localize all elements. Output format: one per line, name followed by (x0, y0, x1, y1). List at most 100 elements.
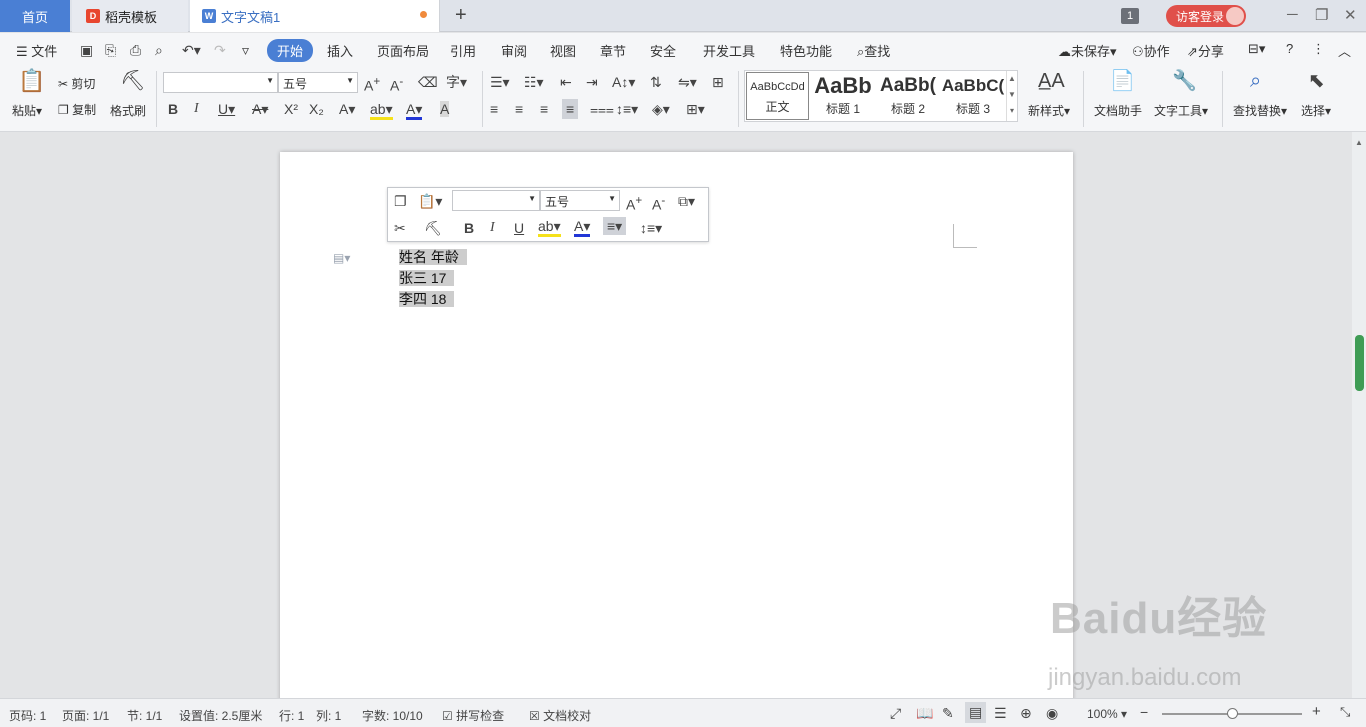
style-heading-3[interactable]: AaBbC( 标题 3 (941, 72, 1005, 117)
copy-icon[interactable]: ❐ (394, 193, 407, 209)
new-style-button[interactable]: 新样式▾ (1028, 102, 1070, 119)
shading-icon[interactable]: ◈▾ (652, 101, 670, 117)
print-icon[interactable]: ⎙ (130, 42, 141, 58)
tab-references[interactable]: 引用 (450, 41, 476, 60)
collapse-ribbon-icon[interactable]: ︿ (1338, 41, 1351, 60)
align-left-icon[interactable]: ≡ (490, 101, 498, 117)
phonetic-icon[interactable]: 字▾ (446, 74, 467, 90)
align-center-icon[interactable]: ≡ (515, 101, 523, 117)
bullet-list-icon[interactable]: ☰▾ (490, 74, 510, 90)
find-replace-button[interactable]: 查找替换▾ (1233, 102, 1287, 119)
decrease-font-icon[interactable]: A- (390, 74, 403, 94)
increase-font-icon[interactable]: A+ (626, 193, 642, 213)
tab-page-layout[interactable]: 页面布局 (377, 41, 429, 60)
font-color-icon[interactable]: A▾ (574, 218, 591, 237)
doc-assistant-button[interactable]: 文档助手 (1094, 102, 1142, 119)
tab-chapter[interactable]: 章节 (600, 41, 626, 60)
page-view-icon[interactable]: ▤ (965, 702, 987, 723)
italic-icon[interactable]: I (490, 220, 495, 236)
zoom-slider-handle[interactable] (1227, 708, 1238, 719)
tab-insert[interactable]: 插入 (327, 41, 353, 60)
paste-icon[interactable]: 📋 (18, 70, 45, 92)
help-icon[interactable]: ? (1286, 41, 1293, 56)
cut-button[interactable]: ✂ 剪切 (58, 75, 95, 92)
style-heading-2[interactable]: AaBb( 标题 2 (876, 72, 940, 117)
bold-icon[interactable]: B (464, 220, 474, 236)
font-name-select[interactable]: ▼ (163, 72, 278, 93)
table-row[interactable]: 李四 18 (399, 289, 467, 310)
tab-templates[interactable]: D 稻壳模板 (72, 0, 188, 32)
bold-icon[interactable]: B (168, 101, 178, 117)
highlight-icon[interactable]: ab▾ (370, 101, 393, 120)
save-icon[interactable]: ▣ (80, 42, 93, 58)
window-count-badge[interactable]: 1 (1121, 8, 1139, 24)
line-spacing-icon[interactable]: ↕≡▾ (616, 101, 638, 117)
increase-indent-icon[interactable]: ⇥ (586, 74, 598, 90)
unsaved-button[interactable]: ☁未保存▾ (1058, 41, 1117, 60)
edit-mode-icon[interactable]: ✎ (942, 705, 954, 722)
tab-view[interactable]: 视图 (550, 41, 576, 60)
new-tab-button[interactable]: + (455, 4, 467, 27)
tab-start[interactable]: 开始 (267, 39, 314, 62)
status-row[interactable]: 行: 1 (279, 707, 304, 724)
status-page-number[interactable]: 页码: 1 (9, 707, 46, 724)
style-heading-1[interactable]: AaBb 标题 1 (811, 72, 875, 117)
style-gallery-scroll[interactable]: ▲ ▼ ▾ (1006, 71, 1017, 121)
subscript-icon[interactable]: X₂ (309, 101, 324, 117)
new-style-icon[interactable]: A̲A (1038, 71, 1065, 91)
find-replace-icon[interactable]: ⌕ (1250, 71, 1261, 91)
fullscreen-icon[interactable]: ⤢ (890, 705, 901, 722)
eye-protection-icon[interactable]: ◉ (1046, 705, 1058, 722)
justify-icon[interactable]: ≡▾ (603, 217, 627, 235)
copy-button[interactable]: ❐ 复制 (58, 101, 96, 118)
status-page[interactable]: 页面: 1/1 (62, 707, 109, 724)
format-painter-icon[interactable]: ⛏ (120, 71, 145, 91)
distributed-icon[interactable]: ⩶ (590, 101, 614, 117)
status-col[interactable]: 列: 1 (316, 707, 341, 724)
spell-check-button[interactable]: ☑ 拼写检查 (442, 707, 504, 724)
font-color-icon[interactable]: A▾ (406, 101, 423, 120)
borders-icon[interactable]: ⊞▾ (686, 101, 705, 117)
text-direction-icon[interactable]: A↕▾ (612, 74, 635, 90)
align-right-icon[interactable]: ≡ (540, 101, 548, 117)
wrench-icon[interactable]: 🔧 (1172, 71, 1197, 91)
restore-icon[interactable]: ❐ (1315, 6, 1328, 24)
fit-page-icon[interactable]: ⤡ (1340, 704, 1350, 720)
outline-view-icon[interactable]: ☰ (994, 705, 1007, 722)
doc-proof-button[interactable]: ☒ 文档校对 (529, 707, 591, 724)
status-section[interactable]: 节: 1/1 (127, 707, 162, 724)
output-icon[interactable]: ⎘ (105, 42, 116, 58)
decrease-font-icon[interactable]: A- (652, 193, 665, 213)
tab-home[interactable]: 首页 (0, 0, 70, 32)
strikethrough-icon[interactable]: A▾ (252, 101, 268, 117)
reading-mode-icon[interactable]: 📖 (916, 705, 933, 722)
underline-icon[interactable]: U (514, 220, 524, 236)
status-word-count[interactable]: 字数: 10/10 (362, 707, 423, 724)
char-shading-icon[interactable]: A (440, 101, 450, 117)
line-spacing-icon[interactable]: ↕≡▾ (640, 220, 662, 236)
file-menu[interactable]: ☰ 文件 (16, 41, 57, 60)
table-row[interactable]: 张三 17 (399, 268, 467, 289)
tab-document[interactable]: W 文字文稿1 (190, 0, 440, 32)
tab-review[interactable]: 审阅 (501, 41, 527, 60)
highlight-icon[interactable]: ab▾ (538, 218, 561, 237)
paragraph-menu-icon[interactable]: ▤▾ (333, 251, 350, 265)
minimize-icon[interactable]: ─ (1287, 6, 1298, 23)
more-icon[interactable]: ⋮ (1312, 41, 1325, 57)
font-size-select[interactable]: 五号 ▼ (278, 72, 358, 93)
numbered-list-icon[interactable]: ☷▾ (524, 74, 544, 90)
web-view-icon[interactable]: ⊕ (1020, 705, 1032, 722)
superscript-icon[interactable]: X² (284, 101, 298, 117)
select-button[interactable]: 选择▾ (1301, 102, 1331, 119)
scroll-up-icon[interactable]: ▲ (1355, 138, 1363, 147)
doc-assistant-icon[interactable]: 📄 (1110, 71, 1135, 91)
select-cursor-icon[interactable]: ⬉ (1308, 71, 1325, 91)
mini-font-name-select[interactable]: ▼ (452, 190, 540, 211)
sort-icon[interactable]: ⇅ (650, 74, 662, 90)
vertical-scrollbar[interactable]: ▲ (1352, 132, 1366, 698)
undo-icon[interactable]: ↶▾ (182, 42, 201, 58)
underline-icon[interactable]: U▾ (218, 101, 235, 117)
format-more-icon[interactable]: ⧉▾ (678, 193, 695, 209)
quick-access-dropdown-icon[interactable]: ▿ (242, 42, 249, 58)
format-painter-button[interactable]: 格式刷 (110, 102, 146, 119)
